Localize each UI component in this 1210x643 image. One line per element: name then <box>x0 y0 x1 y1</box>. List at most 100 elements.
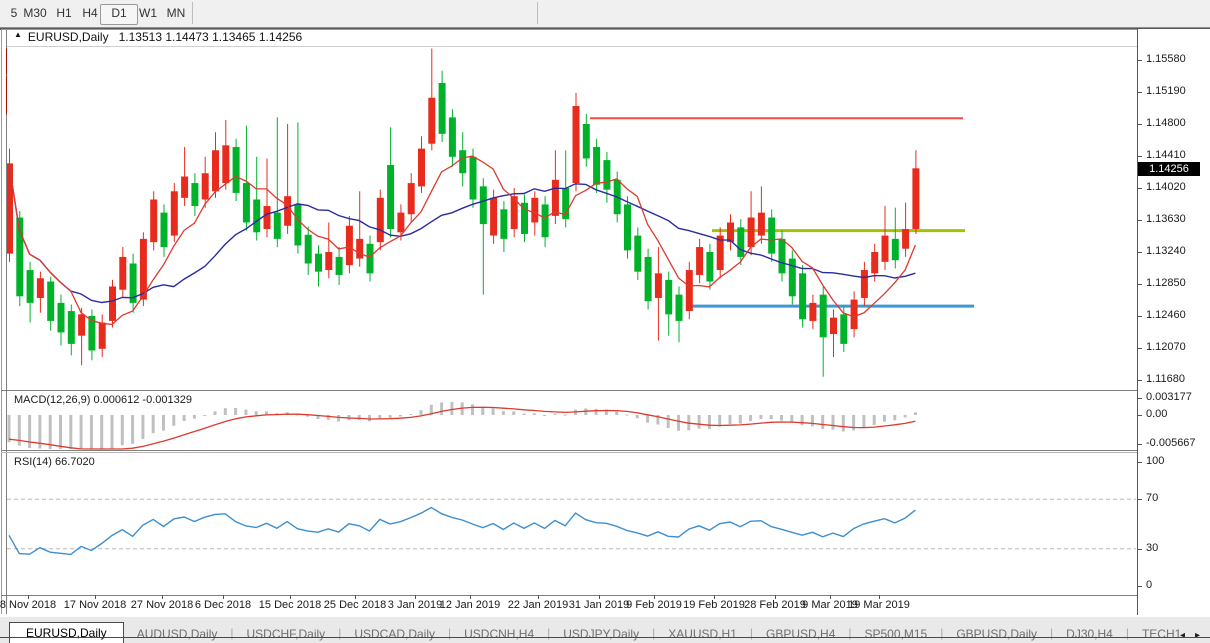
candle-body <box>480 186 487 224</box>
macd-histogram-bar <box>636 415 639 418</box>
rsi-axis-label: 100 <box>1146 455 1164 467</box>
macd-histogram-bar <box>193 415 196 419</box>
candle-body <box>264 206 271 229</box>
macd-histogram-bar <box>420 410 423 415</box>
tab-scroll-right-icon[interactable]: ▸ <box>1195 630 1200 641</box>
date-label: 28 Feb 2019 <box>744 599 806 611</box>
macd-histogram-bar <box>471 404 474 415</box>
date-label: 19 Feb 2019 <box>683 599 745 611</box>
macd-histogram-bar <box>883 415 886 422</box>
axis-tick <box>1138 188 1142 189</box>
candle-body <box>634 236 641 272</box>
macd-histogram-bar <box>399 415 402 417</box>
price-chart-area[interactable] <box>7 47 1137 390</box>
chart-tab-gbpusd-daily[interactable]: GBPUSD,Daily <box>943 624 1050 643</box>
axis-tick <box>1138 499 1142 500</box>
chart-symbol-period: EURUSD,Daily <box>28 30 109 44</box>
candle-body <box>397 213 404 233</box>
macd-histogram-bar <box>759 415 762 419</box>
price-axis-label: 1.13630 <box>1146 213 1186 225</box>
candle-body <box>696 247 703 275</box>
axis-tick <box>1138 124 1142 125</box>
candle-body <box>737 227 744 257</box>
chart-tab-usdcad-daily[interactable]: USDCAD,Daily <box>341 624 448 643</box>
chart-tab-xauusd-h1[interactable]: XAUUSD,H1 <box>655 624 750 643</box>
macd-histogram-bar <box>368 415 371 421</box>
macd-histogram-bar <box>203 415 206 416</box>
chart-title-bar: ▲EURUSD,Daily1.13513 1.14473 1.13465 1.1… <box>7 30 1137 46</box>
date-label: 12 Jan 2019 <box>440 599 501 611</box>
macd-histogram-bar <box>141 415 144 439</box>
chart-tab-gbpusd-h4[interactable]: GBPUSD,H4 <box>753 624 848 643</box>
price-axis-label: 1.11680 <box>1146 373 1185 385</box>
axis-tick <box>1138 462 1142 463</box>
rsi-axis-label: 30 <box>1146 542 1158 554</box>
candle-body <box>428 98 435 144</box>
macd-histogram-bar <box>389 415 392 418</box>
macd-histogram-bar <box>481 407 484 415</box>
candle-body <box>418 149 425 187</box>
macd-histogram-bar <box>667 415 670 428</box>
date-label: 6 Dec 2018 <box>195 599 251 611</box>
chart-tab-sp500-m15[interactable]: SP500,M15 <box>852 624 941 643</box>
collapse-icon[interactable]: ▲ <box>14 30 22 39</box>
macd-histogram-bar <box>615 411 618 415</box>
macd-histogram-bar <box>914 412 917 415</box>
ohlc-close: 1.14256 <box>259 30 302 44</box>
macd-histogram-bar <box>739 415 742 424</box>
candle-body <box>789 259 796 297</box>
chart-tab-usdchf-daily[interactable]: USDCHF,Daily <box>234 624 339 643</box>
candle-body <box>253 199 260 232</box>
macd-histogram-bar <box>409 414 412 415</box>
rsi-indicator-area[interactable] <box>7 453 1137 594</box>
chart-tab-dj30-h4[interactable]: DJ30,H4 <box>1053 624 1126 643</box>
candle-body <box>500 209 507 239</box>
candle-body <box>490 198 497 236</box>
axis-tick <box>1138 586 1142 587</box>
tab-scroll-left-icon[interactable]: ◂ <box>1180 630 1185 641</box>
candle-body <box>150 199 157 242</box>
macd-histogram-bar <box>677 415 680 431</box>
candle-body <box>820 295 827 338</box>
candle-body <box>408 183 415 214</box>
candle-body <box>902 229 909 249</box>
candle-body <box>593 147 600 185</box>
toolbar-separator <box>537 2 538 24</box>
price-axis-label: 1.12460 <box>1146 309 1186 321</box>
macd-histogram-bar <box>698 415 701 429</box>
candle-body <box>356 239 363 259</box>
date-axis[interactable]: 8 Nov 201817 Nov 201827 Nov 20186 Dec 20… <box>7 596 1137 615</box>
price-axis-label: 1.14800 <box>1146 117 1186 129</box>
macd-histogram-bar <box>492 408 495 415</box>
rsi-line <box>9 508 915 555</box>
axis-tick <box>1138 380 1142 381</box>
candle-body <box>222 145 229 183</box>
macd-histogram-bar <box>121 415 124 445</box>
macd-histogram-bar <box>90 415 93 449</box>
candle-body <box>377 198 384 242</box>
date-label: 8 Nov 2018 <box>0 599 56 611</box>
candle-body <box>294 204 301 245</box>
chart-tab-audusd-daily[interactable]: AUDUSD,Daily <box>124 624 231 643</box>
macd-histogram-bar <box>729 415 732 424</box>
chart-tab-usdjpy-daily[interactable]: USDJPY,Daily <box>550 624 652 643</box>
candle-body <box>892 239 899 260</box>
macd-histogram-bar <box>842 415 845 431</box>
macd-histogram-bar <box>502 411 505 415</box>
chart-tab-usdcnh-h4[interactable]: USDCNH,H4 <box>451 624 547 643</box>
axis-tick <box>1138 398 1142 399</box>
macd-histogram-bar <box>80 415 83 449</box>
candle-body <box>809 303 816 321</box>
macd-histogram-bar <box>152 415 155 433</box>
axis-tick <box>1138 92 1142 93</box>
candle-body <box>274 213 281 239</box>
timeframe-button-mn[interactable]: MN <box>158 4 194 23</box>
candle-body <box>583 124 590 158</box>
macd-histogram-bar <box>780 415 783 421</box>
trading-platform-window: 5M30H1H4D1W1MN ▲EURUSD,Daily1.13513 1.14… <box>0 0 1210 643</box>
chart-tab-eurusd-daily[interactable]: EURUSD,Daily <box>9 622 124 643</box>
price-axis[interactable]: 1.155801.151901.148001.144101.140201.136… <box>1138 29 1210 614</box>
chart-tab-tech100-h1[interactable]: TECH100,H1 <box>1129 624 1180 643</box>
candle-body <box>686 270 693 311</box>
macd-histogram-bar <box>564 415 567 416</box>
